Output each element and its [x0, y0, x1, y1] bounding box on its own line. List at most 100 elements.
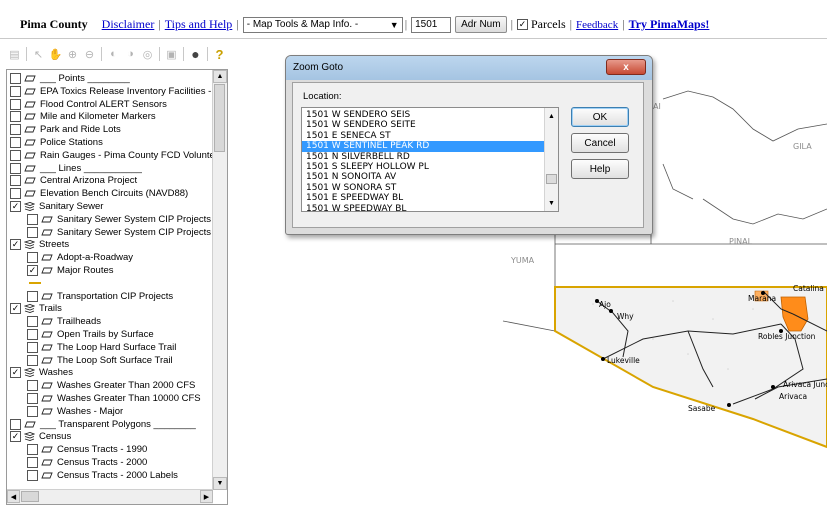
layer-row[interactable]: Adopt-a-Roadway [27, 251, 133, 264]
location-listbox[interactable]: 1501 W SENDERO SEIS 1501 W SENDERO SEITE 1… [301, 107, 559, 212]
layer-checkbox[interactable] [27, 444, 38, 456]
layer-row[interactable]: Sanitary Sewer System CIP Projects [27, 226, 211, 239]
layer-heading-row[interactable]: ___ Transparent Polygons ________ [10, 418, 196, 431]
layer-checkbox[interactable] [10, 85, 21, 97]
location-list-item[interactable]: 1501 W SENDERO SEITE [306, 120, 416, 131]
layer-checkbox[interactable]: ✓ [10, 431, 21, 443]
layer-checkbox[interactable]: ✓ [10, 239, 21, 251]
layer-row[interactable]: Central Arizona Project [10, 174, 137, 187]
layer-row[interactable]: Census Tracts - 2000 Labels [27, 469, 178, 482]
location-list-item[interactable]: 1501 E SPEEDWAY BL [306, 193, 403, 204]
layer-checkbox[interactable] [27, 213, 38, 225]
layer-row[interactable]: Police Stations [10, 136, 103, 149]
layer-checkbox[interactable] [10, 149, 21, 161]
pan-icon[interactable]: ✋ [48, 47, 63, 62]
zoom-previous-icon[interactable]: ◐ [106, 47, 121, 62]
layer-checkbox[interactable] [27, 316, 38, 328]
help-button[interactable]: Help [571, 159, 629, 179]
layer-row[interactable]: Washes - Major [27, 405, 123, 418]
layer-heading-row[interactable]: ___ Points ________ [10, 72, 130, 85]
identify-icon[interactable]: ▣ [164, 47, 179, 62]
layer-checkbox[interactable] [10, 188, 21, 200]
try-pimamaps-link[interactable]: Try PimaMaps! [629, 17, 710, 32]
location-list-item[interactable]: 1501 E SENECA ST [306, 131, 391, 142]
layer-row[interactable]: The Loop Soft Surface Trail [27, 354, 173, 367]
clear-icon[interactable]: ● [188, 46, 203, 62]
layer-checkbox[interactable] [10, 137, 21, 148]
scroll-up-icon[interactable]: ▲ [545, 110, 558, 122]
layer-checkbox[interactable] [27, 252, 38, 264]
scrollbar-thumb[interactable] [546, 174, 557, 184]
zoom-in-icon[interactable]: ⊕ [65, 47, 80, 62]
layer-row[interactable]: Sanitary Sewer System CIP Projects [27, 213, 211, 226]
layer-row[interactable]: Washes Greater Than 2000 CFS [27, 379, 195, 392]
adr-num-button[interactable]: Adr Num [455, 16, 507, 33]
layer-checkbox[interactable] [27, 380, 38, 392]
layer-checkbox[interactable] [10, 124, 21, 136]
close-icon[interactable]: x [606, 59, 646, 75]
layer-checkbox[interactable] [10, 73, 21, 84]
location-list-item[interactable]: 1501 W SENDERO SEIS [306, 110, 410, 121]
address-number-input[interactable]: 1501 [411, 16, 452, 33]
layer-row[interactable]: Open Trails by Surface [27, 328, 154, 341]
location-list-item[interactable]: 1501 W SENTINEL PEAK RD [302, 141, 548, 153]
layer-checkbox[interactable]: ✓ [10, 367, 21, 379]
scrollbar-thumb[interactable] [214, 84, 225, 152]
map-tools-select[interactable]: - Map Tools & Map Info. - ▼ [242, 16, 403, 33]
layer-checkbox[interactable] [27, 457, 38, 468]
layer-group-row[interactable]: ✓ Census [10, 430, 71, 443]
location-list-item[interactable]: 1501 N SONOITA AV [306, 172, 396, 183]
layer-checkbox[interactable] [27, 226, 38, 238]
layer-row[interactable]: Elevation Bench Circuits (NAVD88) [10, 187, 188, 200]
layer-row[interactable]: Flood Control ALERT Sensors [10, 98, 167, 111]
layer-checkbox[interactable] [27, 354, 38, 366]
scroll-down-icon[interactable]: ▼ [213, 477, 227, 490]
layer-group-row[interactable]: ✓ Sanitary Sewer [10, 200, 103, 213]
parcels-checkbox[interactable]: ✓ [516, 19, 528, 30]
layer-checkbox[interactable] [27, 469, 38, 481]
location-list-item[interactable]: 1501 W SPEEDWAY BL [306, 204, 406, 211]
layer-checkbox[interactable]: ✓ [10, 201, 21, 212]
cancel-button[interactable]: Cancel [571, 133, 629, 153]
print-icon[interactable]: ▤ [7, 47, 22, 62]
ok-button[interactable]: OK [571, 107, 629, 127]
scrollbar-thumb[interactable] [21, 491, 39, 502]
layer-checkbox[interactable] [27, 290, 38, 302]
zoom-next-icon[interactable]: ◑ [123, 47, 138, 62]
layer-row[interactable]: Trailheads [27, 315, 101, 328]
layer-list-horizontal-scrollbar[interactable]: ◀ ▶ [7, 489, 213, 504]
disclaimer-link[interactable]: Disclaimer [102, 17, 155, 32]
listbox-scrollbar[interactable]: ▲ ▼ [544, 108, 558, 211]
layer-checkbox[interactable]: ✓ [10, 303, 21, 315]
layer-row[interactable] [27, 277, 41, 290]
layer-row[interactable]: Park and Ride Lots [10, 123, 121, 136]
layer-checkbox[interactable] [27, 393, 38, 404]
scroll-down-icon[interactable]: ▼ [545, 197, 558, 209]
location-list-item[interactable]: 1501 N SILVERBELL RD [306, 152, 410, 163]
layer-checkbox[interactable] [10, 111, 21, 123]
layer-row[interactable]: Mile and Kilometer Markers [10, 110, 156, 123]
layer-row[interactable]: Transportation CIP Projects [27, 290, 173, 303]
dialog-title-bar[interactable]: Zoom Goto x [286, 56, 652, 80]
layer-row[interactable]: Washes Greater Than 10000 CFS [27, 392, 201, 405]
scroll-right-icon[interactable]: ▶ [200, 490, 213, 503]
zoom-full-icon[interactable]: ◎ [140, 47, 155, 62]
layer-row[interactable]: Census Tracts - 2000 [27, 456, 147, 469]
layer-checkbox[interactable] [10, 162, 21, 174]
tips-and-help-link[interactable]: Tips and Help [165, 17, 233, 32]
layer-list-vertical-scrollbar[interactable]: ▲ ▼ [212, 70, 227, 490]
layer-checkbox[interactable] [10, 98, 21, 110]
layer-checkbox[interactable] [27, 329, 38, 340]
layer-row[interactable]: Census Tracts - 1990 [27, 443, 147, 456]
layer-checkbox[interactable] [10, 418, 21, 430]
layer-row[interactable]: The Loop Hard Surface Trail [27, 341, 176, 354]
feedback-link[interactable]: Feedback [576, 19, 618, 31]
layer-checkbox[interactable] [27, 405, 38, 417]
location-list-item[interactable]: 1501 S SLEEPY HOLLOW PL [306, 162, 429, 173]
scroll-up-icon[interactable]: ▲ [213, 70, 227, 83]
layer-checkbox[interactable]: ✓ [27, 265, 38, 276]
layer-heading-row[interactable]: ___ Lines ___________ [10, 162, 142, 175]
layer-group-row[interactable]: ✓ Washes [10, 366, 73, 379]
layer-row[interactable]: ✓ Major Routes [27, 264, 114, 277]
layer-group-row[interactable]: ✓ Trails [10, 302, 62, 315]
